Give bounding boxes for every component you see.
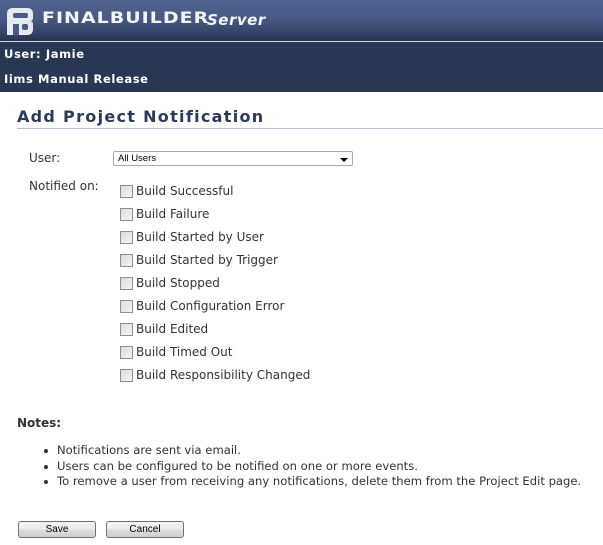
event-label: Build Started by User	[136, 230, 264, 244]
chevron-down-icon[interactable]	[340, 158, 348, 162]
checkbox[interactable]	[120, 346, 133, 359]
event-label: Build Stopped	[136, 276, 220, 290]
brand-sub: Server	[207, 11, 266, 29]
user-select[interactable]: All Users	[113, 151, 353, 166]
title-divider	[17, 128, 603, 129]
note-text: To remove a user from receiving any noti…	[57, 474, 582, 488]
event-label: Build Failure	[136, 207, 210, 221]
note-text: Users can be configured to be notified o…	[57, 458, 418, 473]
app-header: FINALBUILDER Server	[0, 0, 603, 41]
note-text: Notifications are sent via email.	[57, 443, 241, 457]
notes-heading: Notes:	[17, 416, 62, 430]
checkbox[interactable]	[120, 231, 133, 244]
current-project: Iims Manual Release	[4, 72, 149, 86]
event-label: Build Started by Trigger	[136, 253, 278, 267]
checkbox[interactable]	[120, 323, 133, 336]
cancel-button[interactable]: Cancel	[106, 521, 184, 538]
note-item: Users can be configured to be notified o…	[44, 459, 581, 475]
current-user: User: Jamie	[4, 47, 85, 61]
notes-list: Notifications are sent via email. Users …	[44, 443, 581, 490]
event-label: Build Responsibility Changed	[136, 368, 311, 382]
save-button[interactable]: Save	[18, 521, 96, 538]
note-item: To remove a user from receiving any noti…	[44, 474, 581, 490]
bullet-icon	[44, 449, 48, 453]
checkbox[interactable]	[120, 185, 133, 198]
info-bar: User: Jamie Iims Manual Release	[0, 42, 603, 92]
finalbuilder-logo-icon	[7, 8, 33, 35]
page-title: Add Project Notification	[17, 107, 265, 126]
event-label: Build Successful	[136, 184, 234, 198]
checkbox[interactable]	[120, 208, 133, 221]
event-label: Build Timed Out	[136, 345, 233, 359]
user-label: User:	[29, 151, 61, 165]
checkbox[interactable]	[120, 369, 133, 382]
brand-name: FINALBUILDER	[42, 9, 210, 28]
bullet-icon	[44, 480, 48, 484]
event-label: Build Edited	[136, 322, 209, 336]
event-label: Build Configuration Error	[136, 299, 285, 313]
notified-on-label: Notified on:	[29, 179, 99, 193]
checkbox[interactable]	[120, 254, 133, 267]
checkbox[interactable]	[120, 300, 133, 313]
checkbox[interactable]	[120, 277, 133, 290]
note-item: Notifications are sent via email.	[44, 443, 581, 459]
user-select-value: All Users	[118, 153, 157, 164]
bullet-icon	[44, 464, 48, 469]
